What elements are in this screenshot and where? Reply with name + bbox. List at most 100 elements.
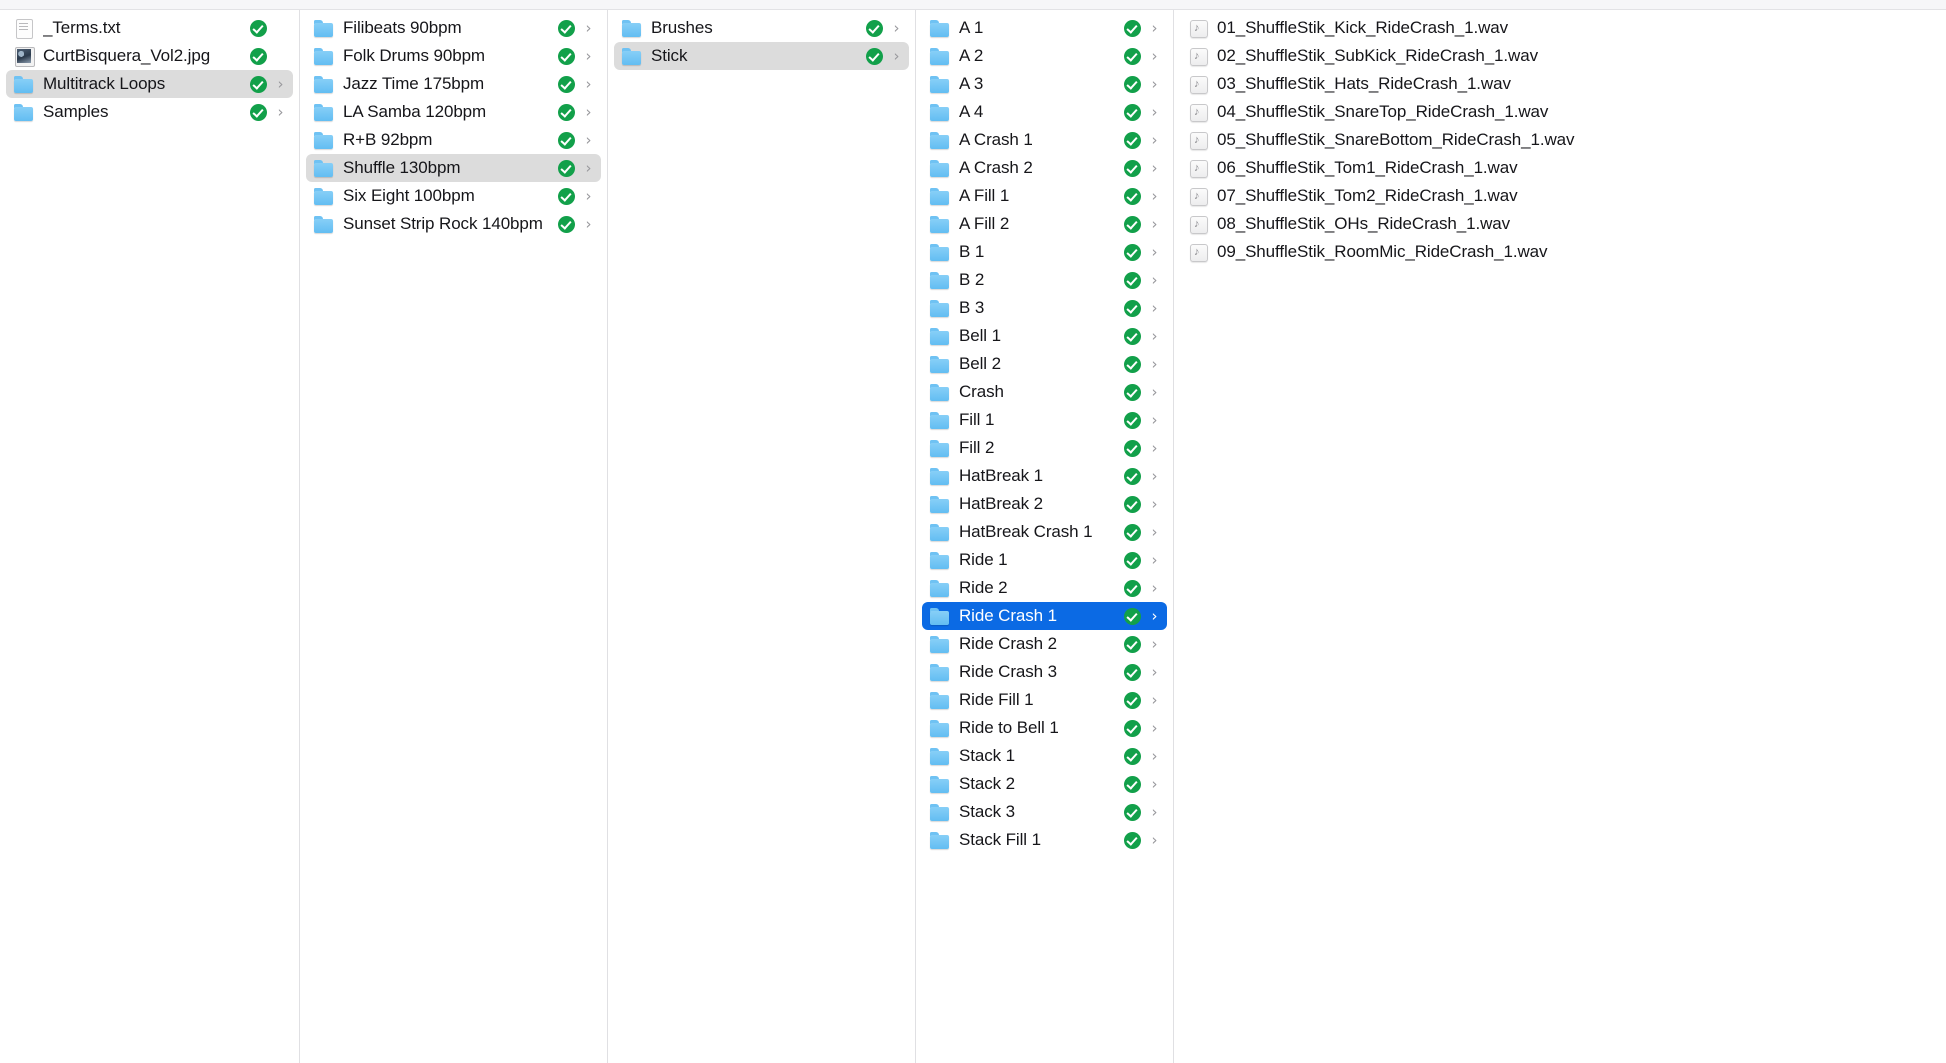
chevron-right-icon[interactable]: › — [1148, 215, 1161, 233]
list-item[interactable]: Stack 3 › — [922, 798, 1167, 826]
chevron-right-icon[interactable]: › — [890, 19, 903, 37]
list-item[interactable]: A 2 › — [922, 42, 1167, 70]
list-item[interactable]: ♪ 05_ShuffleStik_SnareBottom_RideCrash_1.… — [1180, 126, 1940, 154]
audio-icon: ♪ — [1188, 243, 1208, 262]
list-item[interactable]: Shuffle 130bpm › — [306, 154, 601, 182]
chevron-right-icon[interactable]: › — [1148, 271, 1161, 289]
list-item[interactable]: A 4 › — [922, 98, 1167, 126]
list-item[interactable]: B 2 › — [922, 266, 1167, 294]
list-item[interactable]: Stack 2 › — [922, 770, 1167, 798]
list-item[interactable]: Multitrack Loops › — [6, 70, 293, 98]
chevron-right-icon[interactable]: › — [582, 131, 595, 149]
chevron-right-icon[interactable]: › — [1148, 299, 1161, 317]
chevron-right-icon[interactable]: › — [1148, 19, 1161, 37]
list-item[interactable]: Ride 2 › — [922, 574, 1167, 602]
list-item[interactable]: Ride Crash 3 › — [922, 658, 1167, 686]
list-item[interactable]: ♪ 04_ShuffleStik_SnareTop_RideCrash_1.wav… — [1180, 98, 1940, 126]
chevron-right-icon[interactable]: › — [1148, 607, 1161, 625]
list-item[interactable]: ♪ 02_ShuffleStik_SubKick_RideCrash_1.wav › — [1180, 42, 1940, 70]
chevron-right-icon[interactable]: › — [582, 47, 595, 65]
chevron-right-icon[interactable]: › — [1148, 803, 1161, 821]
chevron-right-icon[interactable]: › — [582, 215, 595, 233]
list-item[interactable]: Ride 1 › — [922, 546, 1167, 574]
chevron-right-icon[interactable]: › — [1148, 551, 1161, 569]
chevron-right-icon[interactable]: › — [890, 47, 903, 65]
chevron-right-icon[interactable]: › — [1148, 383, 1161, 401]
chevron-right-icon[interactable]: › — [1148, 243, 1161, 261]
list-item[interactable]: Brushes › — [614, 14, 909, 42]
chevron-right-icon[interactable]: › — [1148, 411, 1161, 429]
chevron-right-icon[interactable]: › — [1148, 47, 1161, 65]
row-trailing-accessories: › — [558, 187, 595, 205]
list-item[interactable]: Jazz Time 175bpm › — [306, 70, 601, 98]
list-item[interactable]: Fill 2 › — [922, 434, 1167, 462]
list-item[interactable]: Ride to Bell 1 › — [922, 714, 1167, 742]
chevron-right-icon[interactable]: › — [1148, 495, 1161, 513]
chevron-right-icon[interactable]: › — [1148, 775, 1161, 793]
list-item[interactable]: R+B 92bpm › — [306, 126, 601, 154]
chevron-right-icon[interactable]: › — [1148, 355, 1161, 373]
chevron-right-icon[interactable]: › — [1148, 663, 1161, 681]
chevron-right-icon[interactable]: › — [1148, 187, 1161, 205]
chevron-right-icon[interactable]: › — [1148, 439, 1161, 457]
list-item[interactable]: Stack 1 › — [922, 742, 1167, 770]
list-item[interactable]: Crash › — [922, 378, 1167, 406]
list-item[interactable]: Bell 1 › — [922, 322, 1167, 350]
list-item[interactable]: Fill 1 › — [922, 406, 1167, 434]
list-item[interactable]: Six Eight 100bpm › — [306, 182, 601, 210]
list-item[interactable]: Samples › — [6, 98, 293, 126]
list-item[interactable]: ♪ 09_ShuffleStik_RoomMic_RideCrash_1.wav › — [1180, 238, 1940, 266]
chevron-right-icon[interactable]: › — [1148, 719, 1161, 737]
list-item[interactable]: A 3 › — [922, 70, 1167, 98]
chevron-right-icon[interactable]: › — [1148, 635, 1161, 653]
list-item[interactable]: Folk Drums 90bpm › — [306, 42, 601, 70]
chevron-right-icon[interactable]: › — [274, 103, 287, 121]
list-item[interactable]: A Fill 1 › — [922, 182, 1167, 210]
chevron-right-icon[interactable]: › — [1148, 327, 1161, 345]
list-item[interactable]: Ride Crash 2 › — [922, 630, 1167, 658]
cloud-synced-check-icon — [250, 47, 267, 65]
list-item[interactable]: B 1 › — [922, 238, 1167, 266]
list-item[interactable]: ♪ 07_ShuffleStik_Tom2_RideCrash_1.wav › — [1180, 182, 1940, 210]
chevron-right-icon[interactable]: › — [1148, 747, 1161, 765]
list-item[interactable]: Ride Fill 1 › — [922, 686, 1167, 714]
list-item[interactable]: B 3 › — [922, 294, 1167, 322]
list-item[interactable]: A 1 › — [922, 14, 1167, 42]
chevron-right-icon[interactable]: › — [1148, 691, 1161, 709]
chevron-right-icon[interactable]: › — [1148, 103, 1161, 121]
chevron-right-icon[interactable]: › — [582, 19, 595, 37]
list-item[interactable]: Stick › — [614, 42, 909, 70]
list-item[interactable]: CurtBisquera_Vol2.jpg › — [6, 42, 293, 70]
list-item[interactable]: HatBreak 1 › — [922, 462, 1167, 490]
chevron-right-icon[interactable]: › — [582, 159, 595, 177]
list-item[interactable]: HatBreak 2 › — [922, 490, 1167, 518]
list-item[interactable]: Ride Crash 1 › — [922, 602, 1167, 630]
list-item[interactable]: ♪ 03_ShuffleStik_Hats_RideCrash_1.wav › — [1180, 70, 1940, 98]
chevron-right-icon[interactable]: › — [1148, 467, 1161, 485]
cloud-synced-check-icon — [1124, 411, 1141, 429]
chevron-right-icon[interactable]: › — [1148, 523, 1161, 541]
list-item[interactable]: HatBreak Crash 1 › — [922, 518, 1167, 546]
list-item[interactable]: LA Samba 120bpm › — [306, 98, 601, 126]
chevron-right-icon[interactable]: › — [1148, 159, 1161, 177]
list-item[interactable]: A Fill 2 › — [922, 210, 1167, 238]
list-item[interactable]: Bell 2 › — [922, 350, 1167, 378]
chevron-right-icon[interactable]: › — [582, 103, 595, 121]
chevron-right-icon[interactable]: › — [582, 187, 595, 205]
list-item[interactable]: A Crash 1 › — [922, 126, 1167, 154]
chevron-right-icon[interactable]: › — [1148, 579, 1161, 597]
list-item[interactable]: A Crash 2 › — [922, 154, 1167, 182]
chevron-right-icon[interactable]: › — [1148, 831, 1161, 849]
list-item[interactable]: Filibeats 90bpm › — [306, 14, 601, 42]
list-item[interactable]: ♪ 08_ShuffleStik_OHs_RideCrash_1.wav › — [1180, 210, 1940, 238]
list-item-label: A 3 — [959, 74, 984, 93]
list-item[interactable]: ♪ 06_ShuffleStik_Tom1_RideCrash_1.wav › — [1180, 154, 1940, 182]
list-item[interactable]: Sunset Strip Rock 140bpm › — [306, 210, 601, 238]
chevron-right-icon[interactable]: › — [1148, 131, 1161, 149]
chevron-right-icon[interactable]: › — [274, 75, 287, 93]
list-item[interactable]: _Terms.txt › — [6, 14, 293, 42]
chevron-right-icon[interactable]: › — [582, 75, 595, 93]
list-item[interactable]: Stack Fill 1 › — [922, 826, 1167, 854]
chevron-right-icon[interactable]: › — [1148, 75, 1161, 93]
list-item[interactable]: ♪ 01_ShuffleStik_Kick_RideCrash_1.wav › — [1180, 14, 1940, 42]
